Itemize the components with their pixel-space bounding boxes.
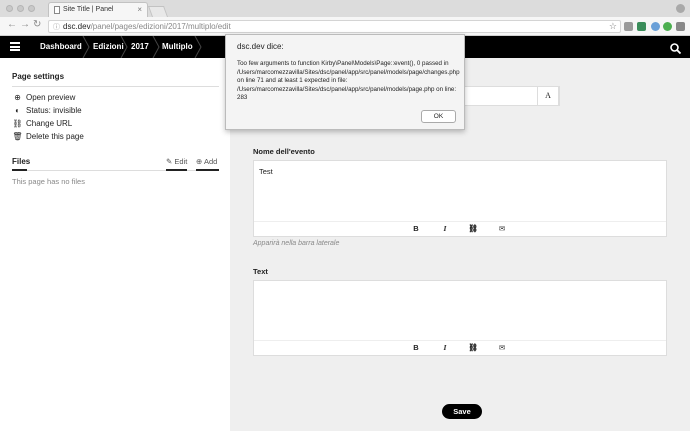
new-tab-button[interactable] bbox=[147, 6, 169, 17]
page-settings-title: Page settings bbox=[12, 72, 65, 81]
forward-arrow-icon[interactable]: → bbox=[20, 19, 30, 30]
trash-icon: 🗑 bbox=[12, 132, 23, 141]
ok-button[interactable]: OK bbox=[421, 110, 456, 123]
browser-extension-icon[interactable] bbox=[624, 22, 633, 31]
link-button[interactable]: ⛓ bbox=[468, 343, 478, 352]
breadcrumb-multiplo[interactable]: Multiplo bbox=[162, 36, 193, 58]
site-info-icon[interactable]: ⓘ bbox=[53, 22, 60, 33]
search-icon[interactable] bbox=[670, 41, 682, 55]
reload-icon[interactable]: ↻ bbox=[33, 19, 41, 30]
tab-close-icon[interactable]: × bbox=[137, 3, 142, 17]
browser-extension-icon[interactable] bbox=[637, 22, 646, 31]
browser-extension-icon[interactable] bbox=[651, 22, 660, 31]
field-value: Test bbox=[259, 167, 273, 176]
address-bar[interactable]: ⓘ dsc.dev/panel/pages/edizioni/2017/mult… bbox=[48, 20, 621, 33]
browser-profile-icon[interactable] bbox=[676, 4, 685, 13]
field-label: Text bbox=[253, 267, 268, 276]
files-add-button[interactable]: ⊕ Add bbox=[196, 157, 217, 166]
breadcrumb-separator-icon bbox=[119, 36, 129, 58]
field-label: Nome dell'evento bbox=[253, 147, 315, 156]
sidebar-item-label: Status: invisible bbox=[26, 106, 82, 115]
browser-tab[interactable]: Site Title | Panel × bbox=[48, 2, 148, 17]
breadcrumb-dashboard[interactable]: Dashboard bbox=[40, 36, 82, 58]
sidebar-item-label: Open preview bbox=[26, 93, 76, 102]
browser-extension-icon[interactable] bbox=[663, 22, 672, 31]
sidebar-item-label: Change URL bbox=[26, 119, 73, 128]
files-edit-label: Edit bbox=[174, 157, 188, 166]
plus-circle-icon: ⊕ bbox=[196, 157, 203, 166]
sidebar-item-label: Delete this page bbox=[26, 132, 84, 141]
files-edit-button[interactable]: ✎ Edit bbox=[166, 157, 187, 166]
field-type-icon: A bbox=[537, 86, 559, 106]
breadcrumb-separator-icon bbox=[193, 36, 203, 58]
change-url-link[interactable]: ⛓ Change URL bbox=[12, 118, 72, 129]
alert-dialog: dsc.dev dice: Too few arguments to funct… bbox=[225, 34, 465, 130]
event-name-textarea[interactable]: Test B I ⛓ ✉ bbox=[253, 160, 667, 237]
back-arrow-icon[interactable]: ← bbox=[7, 19, 17, 30]
breadcrumb-separator-icon bbox=[81, 36, 91, 58]
link-button[interactable]: ⛓ bbox=[468, 224, 478, 233]
browser-tab-strip: Site Title | Panel × bbox=[0, 0, 690, 17]
breadcrumb-2017[interactable]: 2017 bbox=[131, 36, 149, 58]
bookmark-star-icon[interactable]: ☆ bbox=[609, 21, 617, 32]
edit-underline bbox=[166, 169, 187, 171]
textarea-toolbar: B I ⛓ ✉ bbox=[254, 221, 666, 236]
dialog-message: Too few arguments to function Kirby\Pane… bbox=[237, 60, 460, 102]
no-files-text: This page has no files bbox=[12, 177, 85, 186]
bold-button[interactable]: B bbox=[411, 224, 421, 233]
divider bbox=[12, 86, 219, 87]
delete-page-link[interactable]: 🗑 Delete this page bbox=[12, 131, 84, 142]
status-toggle-link[interactable]: ◐ Status: invisible bbox=[12, 105, 82, 116]
files-underline bbox=[12, 169, 27, 171]
bold-button[interactable]: B bbox=[411, 343, 421, 352]
email-button[interactable]: ✉ bbox=[497, 224, 507, 233]
window-minimize-button[interactable] bbox=[17, 5, 24, 12]
open-preview-link[interactable]: ⊕ Open preview bbox=[12, 92, 75, 103]
field-help-text: Apparirà nella barra laterale bbox=[253, 240, 340, 247]
text-textarea[interactable]: B I ⛓ ✉ bbox=[253, 280, 667, 356]
divider bbox=[12, 170, 219, 171]
status-toggle-icon: ◐ bbox=[15, 106, 20, 115]
textarea-toolbar: B I ⛓ ✉ bbox=[254, 340, 666, 355]
preview-icon: ⊕ bbox=[14, 93, 21, 102]
url-path: /panel/pages/edizioni/2017/multiplo/edit bbox=[90, 22, 231, 31]
pencil-icon: ✎ bbox=[166, 157, 173, 166]
window-zoom-button[interactable] bbox=[28, 5, 35, 12]
url-domain: dsc.dev bbox=[63, 22, 91, 31]
browser-tab-title: Site Title | Panel bbox=[63, 6, 114, 13]
add-underline bbox=[196, 169, 219, 171]
sidebar: Page settings ⊕ Open preview ◐ Status: inv… bbox=[0, 58, 230, 431]
email-button[interactable]: ✉ bbox=[497, 343, 507, 352]
window-close-button[interactable] bbox=[6, 5, 13, 12]
dialog-title: dsc.dev dice: bbox=[237, 42, 284, 51]
save-button[interactable]: Save bbox=[442, 404, 482, 419]
italic-button[interactable]: I bbox=[440, 224, 450, 233]
link-icon: ⛓ bbox=[12, 119, 23, 128]
menu-hamburger-icon[interactable] bbox=[10, 42, 20, 51]
browser-extension-icon[interactable] bbox=[676, 22, 685, 31]
italic-button[interactable]: I bbox=[440, 343, 450, 352]
files-title: Files bbox=[12, 157, 31, 166]
breadcrumb-separator-icon bbox=[151, 36, 161, 58]
files-add-label: Add bbox=[203, 157, 218, 166]
page-favicon-icon bbox=[54, 6, 60, 14]
